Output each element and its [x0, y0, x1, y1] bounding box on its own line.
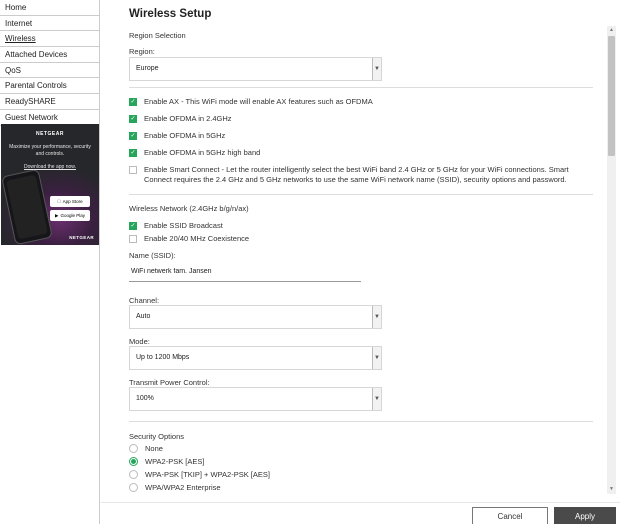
- option-enable-ax[interactable]: ✓ Enable AX - This WiFi mode will enable…: [129, 97, 373, 107]
- radio-button[interactable]: [129, 483, 138, 492]
- checkbox[interactable]: [129, 234, 137, 243]
- option-label: Enable Smart Connect - Let the router in…: [144, 165, 569, 184]
- chevron-down-icon: ▼: [372, 306, 381, 328]
- checkbox[interactable]: ✓: [129, 148, 137, 157]
- divider: [129, 194, 593, 195]
- mode-select[interactable]: Up to 1200 Mbps ▼: [129, 346, 382, 370]
- app-store-label: App Store: [60, 199, 83, 204]
- region-selection-heading: Region Selection: [129, 31, 186, 40]
- radio-button[interactable]: [129, 444, 138, 453]
- apply-button[interactable]: Apply: [554, 507, 616, 524]
- sidebar-item-qos[interactable]: QoS: [0, 63, 99, 79]
- action-footer: Cancel Apply: [101, 502, 620, 524]
- netgear-logo: NETGEAR: [36, 131, 64, 137]
- region-value: Europe: [136, 65, 159, 72]
- app-store-button[interactable]:  App Store: [50, 196, 90, 207]
- power-select[interactable]: 100% ▼: [129, 387, 382, 411]
- play-icon: ▶: [55, 212, 59, 218]
- option-label: Enable SSID Broadcast: [144, 221, 223, 230]
- cancel-button[interactable]: Cancel: [472, 507, 548, 524]
- checkbox[interactable]: ✓: [129, 221, 137, 230]
- option-label: WPA2-PSK [AES]: [145, 457, 205, 466]
- chevron-down-icon: ▼: [372, 388, 381, 410]
- option-label: Enable OFDMA in 5GHz high band: [144, 148, 261, 157]
- radio-button[interactable]: [129, 470, 138, 479]
- option-label: Enable AX - This WiFi mode will enable A…: [144, 97, 373, 106]
- ssid-field[interactable]: [129, 262, 361, 282]
- region-label: Region:: [129, 47, 155, 56]
- checkbox[interactable]: ✓: [129, 131, 137, 140]
- channel-label: Channel:: [129, 296, 160, 305]
- channel-value: Auto: [136, 313, 151, 320]
- radio-button[interactable]: [129, 457, 138, 466]
- sidebar-nav: Home Internet Wireless Attached Devices …: [0, 0, 100, 524]
- vertical-scrollbar[interactable]: ▲ ▼: [607, 26, 616, 494]
- sidebar-item-home[interactable]: Home: [0, 0, 99, 16]
- checkbox[interactable]: [129, 165, 137, 174]
- sidebar-item-internet[interactable]: Internet: [0, 16, 99, 32]
- region-select[interactable]: Europe ▼: [129, 57, 382, 81]
- divider: [129, 87, 593, 88]
- security-option-enterprise[interactable]: WPA/WPA2 Enterprise: [129, 483, 221, 493]
- security-option-wpa-wpa2-psk[interactable]: WPA-PSK [TKIP] + WPA2-PSK [AES]: [129, 470, 270, 480]
- sidebar-item-readyshare[interactable]: ReadySHARE: [0, 94, 99, 110]
- mode-label: Mode:: [129, 337, 150, 346]
- option-label: None: [145, 444, 163, 453]
- option-label: Enable OFDMA in 5GHz: [144, 131, 226, 140]
- option-coexistence[interactable]: Enable 20/40 MHz Coexistence: [129, 234, 249, 244]
- checkbox[interactable]: ✓: [129, 114, 137, 123]
- page-title: Wireless Setup: [129, 8, 212, 20]
- security-option-wpa2-psk[interactable]: WPA2-PSK [AES]: [129, 457, 204, 467]
- wireless-network-heading: Wireless Network (2.4GHz b/g/n/ax): [129, 204, 249, 213]
- scroll-up-icon[interactable]: ▲: [607, 26, 616, 35]
- main-content: Wireless Setup Region Selection Region: …: [101, 0, 620, 502]
- option-label: WPA-PSK [TKIP] + WPA2-PSK [AES]: [145, 470, 270, 479]
- divider: [129, 421, 593, 422]
- security-option-none[interactable]: None: [129, 444, 163, 454]
- power-label: Transmit Power Control:: [129, 378, 210, 387]
- option-label: WPA/WPA2 Enterprise: [145, 483, 221, 492]
- ssid-label: Name (SSID):: [129, 251, 176, 260]
- option-ssid-broadcast[interactable]: ✓ Enable SSID Broadcast: [129, 221, 223, 231]
- scroll-thumb[interactable]: [608, 36, 615, 156]
- security-options-heading: Security Options: [129, 432, 185, 441]
- checkbox[interactable]: ✓: [129, 97, 137, 106]
- power-value: 100%: [136, 395, 154, 402]
- option-smart-connect[interactable]: Enable Smart Connect - Let the router in…: [129, 165, 595, 185]
- option-ofdma-24ghz[interactable]: ✓ Enable OFDMA in 2.4GHz: [129, 114, 232, 124]
- scroll-down-icon[interactable]: ▼: [607, 485, 616, 494]
- apple-icon: : [57, 199, 60, 204]
- promo-text: Maximize your performance, security and …: [9, 144, 91, 157]
- netgear-brand-footer: NETGEAR: [69, 235, 94, 240]
- chevron-down-icon: ▼: [372, 347, 381, 369]
- option-ofdma-5ghz[interactable]: ✓ Enable OFDMA in 5GHz: [129, 131, 225, 141]
- option-ofdma-5ghz-high[interactable]: ✓ Enable OFDMA in 5GHz high band: [129, 148, 260, 158]
- google-play-button[interactable]: ▶ Google Play: [50, 210, 90, 221]
- option-label: Enable 20/40 MHz Coexistence: [144, 234, 250, 243]
- channel-select[interactable]: Auto ▼: [129, 305, 382, 329]
- mode-value: Up to 1200 Mbps: [136, 354, 190, 361]
- option-label: Enable OFDMA in 2.4GHz: [144, 114, 232, 123]
- sidebar-item-parental-controls[interactable]: Parental Controls: [0, 78, 99, 95]
- google-play-label: Google Play: [60, 213, 85, 218]
- sidebar-item-attached-devices[interactable]: Attached Devices: [0, 47, 99, 63]
- chevron-down-icon: ▼: [372, 58, 381, 80]
- sidebar-item-wireless[interactable]: Wireless: [0, 31, 99, 48]
